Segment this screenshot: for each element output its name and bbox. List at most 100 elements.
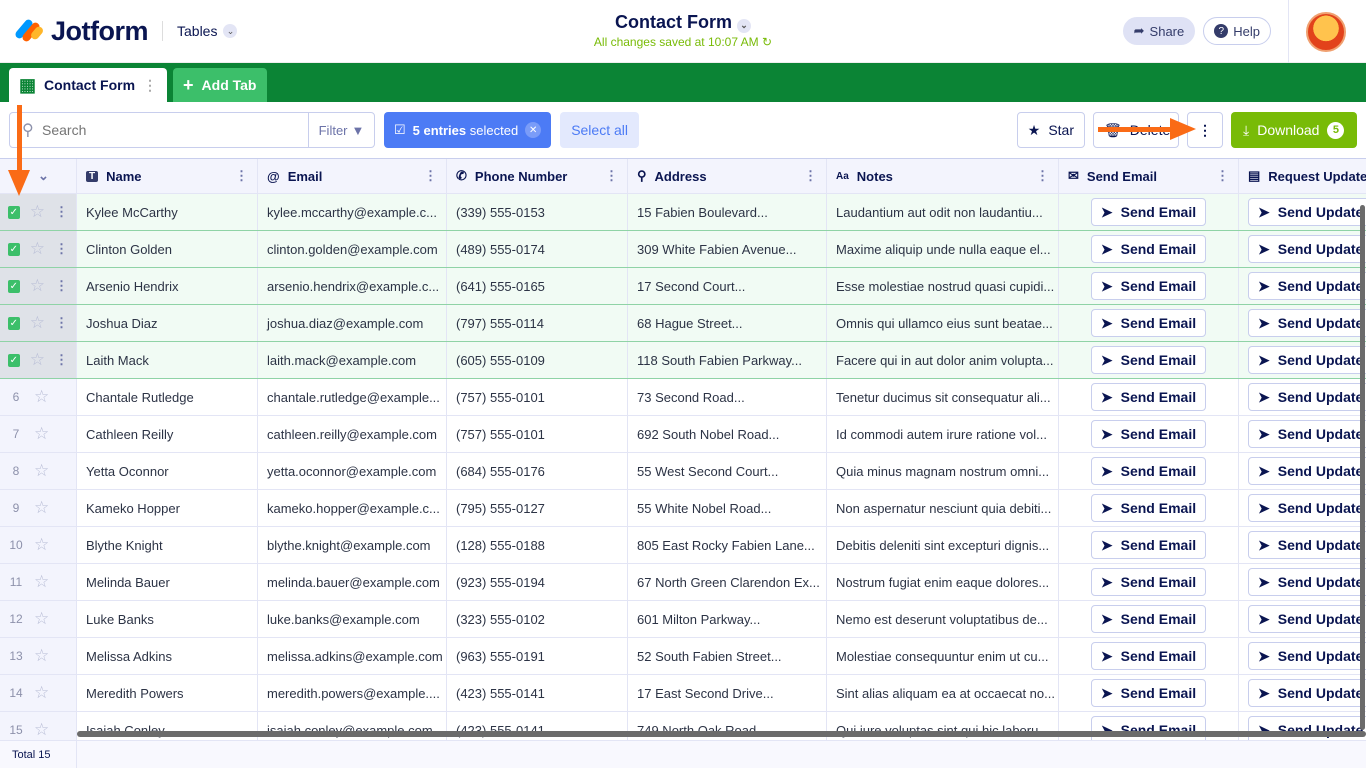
cell-notes[interactable]: Maxime aliquip unde nulla eaque el... [827,231,1059,267]
cell-address[interactable]: 601 Milton Parkway... [628,601,827,637]
cell-email[interactable]: chantale.rutledge@example... [258,379,447,415]
cell-notes[interactable]: Non aspernatur nesciunt quia debiti... [827,490,1059,526]
star-icon[interactable]: ☆ [34,387,49,407]
filter-button[interactable]: Filter ▼ [308,113,374,147]
cell-name[interactable]: Melinda Bauer [77,564,258,600]
help-button[interactable]: ? Help [1203,17,1271,45]
cell-notes[interactable]: Molestiae consequuntur enim ut cu... [827,638,1059,674]
cell-email[interactable]: cathleen.reilly@example.com [258,416,447,452]
cell-email[interactable]: luke.banks@example.com [258,601,447,637]
column-menu-icon[interactable]: ⋮ [424,168,437,184]
more-icon[interactable]: ⋮ [143,77,157,94]
cell-address[interactable]: 805 East Rocky Fabien Lane... [628,527,827,563]
send-update-button[interactable]: ➤ Send Update [1248,235,1366,263]
cell-address[interactable]: 55 West Second Court... [628,453,827,489]
cell-phone[interactable]: (641) 555-0165 [447,268,628,304]
cell-address[interactable]: 692 South Nobel Road... [628,416,827,452]
cell-name[interactable]: Cathleen Reilly [77,416,258,452]
send-email-button[interactable]: ➤ Send Email [1090,420,1207,448]
cell-address[interactable]: 309 White Fabien Avenue... [628,231,827,267]
send-email-button[interactable]: ➤ Send Email [1090,679,1207,707]
row-menu-icon[interactable]: ⋮ [55,352,68,368]
download-button[interactable]: ⤓ Download 5 [1231,112,1357,148]
table-row[interactable]: ✓ ☆ ⋮ Arsenio Hendrix arsenio.hendrix@exam… [0,268,1366,305]
cell-phone[interactable]: (339) 555-0153 [447,194,628,230]
send-email-button[interactable]: ➤ Send Email [1090,383,1207,411]
cell-name[interactable]: Chantale Rutledge [77,379,258,415]
send-email-button[interactable]: ➤ Send Email [1090,605,1207,633]
send-update-button[interactable]: ➤ Send Update [1248,309,1366,337]
avatar[interactable] [1306,12,1346,52]
cell-email[interactable]: joshua.diaz@example.com [258,305,447,341]
column-header-name[interactable]: T Name ⋮ [77,159,258,193]
send-update-button[interactable]: ➤ Send Update [1248,568,1366,596]
send-email-button[interactable]: ➤ Send Email [1090,642,1207,670]
cell-name[interactable]: Meredith Powers [77,675,258,711]
star-icon[interactable]: ☆ [34,646,49,666]
column-header-request-update[interactable]: ▤ Request Update [1239,159,1366,193]
cell-address[interactable]: 17 East Second Drive... [628,675,827,711]
cell-phone[interactable]: (797) 555-0114 [447,305,628,341]
table-row[interactable]: ✓ ☆ ⋮ Joshua Diaz joshua.diaz@example.com … [0,305,1366,342]
star-icon[interactable]: ☆ [34,609,49,629]
cell-notes[interactable]: Laudantium aut odit non laudantiu... [827,194,1059,230]
cell-email[interactable]: laith.mack@example.com [258,342,447,378]
star-icon[interactable]: ☆ [30,350,45,370]
column-header-send-email[interactable]: ✉ Send Email ⋮ [1059,159,1239,193]
send-email-button[interactable]: ➤ Send Email [1090,346,1207,374]
cell-phone[interactable]: (757) 555-0101 [447,379,628,415]
table-row[interactable]: ✓ ☆ ⋮ Kylee McCarthy kylee.mccarthy@exampl… [0,194,1366,231]
cell-address[interactable]: 73 Second Road... [628,379,827,415]
send-email-button[interactable]: ➤ Send Email [1090,457,1207,485]
cell-notes[interactable]: Esse molestiae nostrud quasi cupidi... [827,268,1059,304]
cell-address[interactable]: 17 Second Court... [628,268,827,304]
send-email-button[interactable]: ➤ Send Email [1090,272,1207,300]
cell-phone[interactable]: (757) 555-0101 [447,416,628,452]
star-icon[interactable]: ☆ [34,572,49,592]
cell-notes[interactable]: Quia minus magnam nostrum omni... [827,453,1059,489]
cell-email[interactable]: arsenio.hendrix@example.c... [258,268,447,304]
send-update-button[interactable]: ➤ Send Update [1248,420,1366,448]
cell-name[interactable]: Yetta Oconnor [77,453,258,489]
add-tab-button[interactable]: + Add Tab [173,68,267,102]
star-icon[interactable]: ☆ [30,276,45,296]
send-update-button[interactable]: ➤ Send Update [1248,457,1366,485]
send-email-button[interactable]: ➤ Send Email [1090,198,1207,226]
cell-email[interactable]: melinda.bauer@example.com [258,564,447,600]
star-icon[interactable]: ☆ [34,424,49,444]
column-menu-icon[interactable]: ⋮ [605,168,618,184]
cell-address[interactable]: 118 South Fabien Parkway... [628,342,827,378]
table-row[interactable]: 14 ☆ Meredith Powers meredith.powers@exam… [0,675,1366,712]
cell-notes[interactable]: Id commodi autem irure ratione vol... [827,416,1059,452]
send-email-button[interactable]: ➤ Send Email [1090,494,1207,522]
cell-name[interactable]: Kylee McCarthy [77,194,258,230]
cell-notes[interactable]: Sint alias aliquam ea at occaecat no... [827,675,1059,711]
star-icon[interactable]: ☆ [34,461,49,481]
horizontal-scrollbar[interactable] [77,731,1366,737]
cell-notes[interactable]: Omnis qui ullamco eius sunt beatae... [827,305,1059,341]
cell-email[interactable]: kylee.mccarthy@example.c... [258,194,447,230]
tab-contact-form[interactable]: ▦ Contact Form ⋮ [9,68,168,102]
row-menu-icon[interactable]: ⋮ [55,315,68,331]
send-email-button[interactable]: ➤ Send Email [1090,235,1207,263]
cell-phone[interactable]: (605) 555-0109 [447,342,628,378]
chevron-down-icon[interactable]: ⌄ [38,168,49,184]
send-update-button[interactable]: ➤ Send Update [1248,346,1366,374]
vertical-scrollbar[interactable] [1360,205,1365,730]
search-input[interactable] [10,113,308,147]
send-update-button[interactable]: ➤ Send Update [1248,494,1366,522]
cell-notes[interactable]: Facere qui in aut dolor anim volupta... [827,342,1059,378]
cell-phone[interactable]: (963) 555-0191 [447,638,628,674]
star-icon[interactable]: ☆ [34,535,49,555]
share-button[interactable]: ➦ Share [1122,17,1196,45]
selected-entries-badge[interactable]: ☑ 5 entries selected ✕ [384,112,552,148]
cell-name[interactable]: Laith Mack [77,342,258,378]
cell-address[interactable]: 67 North Green Clarendon Ex... [628,564,827,600]
column-header-address[interactable]: ⚲ Address ⋮ [628,159,827,193]
cell-phone[interactable]: (323) 555-0102 [447,601,628,637]
table-row[interactable]: 10 ☆ Blythe Knight blythe.knight@example.… [0,527,1366,564]
table-row[interactable]: 7 ☆ Cathleen Reilly cathleen.reilly@examp… [0,416,1366,453]
cell-name[interactable]: Clinton Golden [77,231,258,267]
cell-address[interactable]: 68 Hague Street... [628,305,827,341]
cell-address[interactable]: 55 White Nobel Road... [628,490,827,526]
